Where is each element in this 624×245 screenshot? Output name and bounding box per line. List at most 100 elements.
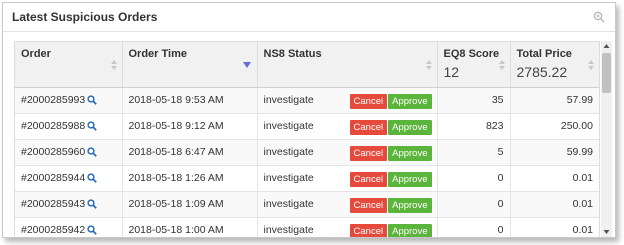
status-cell: investigate Cancel Approve bbox=[257, 139, 438, 166]
eq8-score-cell: 0 bbox=[437, 165, 511, 192]
status-text: investigate bbox=[263, 146, 314, 159]
cancel-button[interactable]: Cancel bbox=[349, 197, 388, 213]
order-number: #2000285943 bbox=[21, 198, 86, 211]
total-price-cell: 57.99 bbox=[510, 87, 599, 114]
cancel-button[interactable]: Cancel bbox=[349, 119, 388, 135]
order-cell: #2000285942 bbox=[15, 217, 123, 237]
table-row: #2000285942 2018-05-18 1:00 AM investigate… bbox=[15, 217, 599, 237]
column-header-order[interactable]: Order bbox=[15, 42, 123, 88]
sort-icon[interactable] bbox=[498, 59, 506, 71]
eq8-score-summary: 12 bbox=[443, 64, 460, 80]
eq8-score-cell: 0 bbox=[437, 191, 511, 218]
zoom-icon[interactable] bbox=[593, 11, 605, 23]
total-price-cell: 0.01 bbox=[510, 217, 599, 237]
approve-button[interactable]: Approve bbox=[388, 119, 432, 135]
order-time-cell: 2018-05-18 1:26 AM bbox=[122, 165, 258, 192]
table-row: #2000285943 2018-05-18 1:09 AM investigate… bbox=[15, 191, 599, 218]
column-label: NS8 Status bbox=[263, 48, 322, 60]
search-icon[interactable] bbox=[87, 147, 98, 157]
status-text: investigate bbox=[263, 172, 314, 185]
scrollbar-thumb[interactable] bbox=[602, 53, 611, 93]
approve-button[interactable]: Approve bbox=[388, 197, 432, 213]
column-header-order-time[interactable]: Order Time bbox=[122, 42, 258, 88]
action-buttons: Cancel Approve bbox=[349, 93, 432, 109]
table-row: #2000285993 2018-05-18 9:53 AM investigate… bbox=[15, 87, 599, 114]
order-time-cell: 2018-05-18 1:09 AM bbox=[122, 191, 258, 218]
order-number: #2000285942 bbox=[21, 224, 86, 237]
column-label: EQ8 Score bbox=[443, 48, 500, 60]
column-header-eq8-score[interactable]: EQ8 Score 12 bbox=[437, 42, 511, 88]
order-time-cell: 2018-05-18 9:53 AM bbox=[122, 87, 258, 114]
table-row: #2000285988 2018-05-18 9:12 AM investigate… bbox=[15, 113, 599, 140]
status-cell: investigate Cancel Approve bbox=[257, 87, 438, 114]
total-price-cell: 250.00 bbox=[510, 113, 599, 140]
scroll-up-icon[interactable] bbox=[601, 41, 612, 51]
order-cell: #2000285944 bbox=[15, 165, 123, 192]
action-buttons: Cancel Approve bbox=[349, 119, 432, 135]
order-time-cell: 2018-05-18 1:00 AM bbox=[122, 217, 258, 237]
order-time-cell: 2018-05-18 9:12 AM bbox=[122, 113, 258, 140]
status-text: investigate bbox=[263, 198, 314, 211]
cancel-button[interactable]: Cancel bbox=[349, 145, 388, 161]
order-number: #2000285988 bbox=[21, 120, 86, 133]
action-buttons: Cancel Approve bbox=[349, 171, 432, 187]
status-cell: investigate Cancel Approve bbox=[257, 113, 438, 140]
orders-table: Order Order Time NS8 Status EQ8 Score 12… bbox=[15, 42, 599, 237]
vertical-scrollbar[interactable] bbox=[601, 41, 612, 237]
search-icon[interactable] bbox=[87, 95, 98, 105]
cancel-button[interactable]: Cancel bbox=[349, 223, 388, 237]
table-row: #2000285944 2018-05-18 1:26 AM investigate… bbox=[15, 165, 599, 192]
column-label: Total Price bbox=[516, 48, 572, 60]
order-number: #2000285944 bbox=[21, 172, 86, 185]
order-cell: #2000285943 bbox=[15, 191, 123, 218]
status-cell: investigate Cancel Approve bbox=[257, 191, 438, 218]
column-label: Order Time bbox=[128, 48, 188, 60]
suspicious-orders-panel: Latest Suspicious Orders Order Order Tim… bbox=[2, 2, 616, 238]
panel-title: Latest Suspicious Orders bbox=[12, 10, 158, 24]
cancel-button[interactable]: Cancel bbox=[349, 93, 388, 109]
column-header-total-price[interactable]: Total Price 2785.22 bbox=[510, 42, 599, 88]
status-text: investigate bbox=[263, 94, 314, 107]
total-price-cell: 59.99 bbox=[510, 139, 599, 166]
orders-table-container: Order Order Time NS8 Status EQ8 Score 12… bbox=[14, 41, 600, 237]
action-buttons: Cancel Approve bbox=[349, 197, 432, 213]
table-header-row: Order Order Time NS8 Status EQ8 Score 12… bbox=[15, 42, 599, 88]
cancel-button[interactable]: Cancel bbox=[349, 171, 388, 187]
order-number: #2000285960 bbox=[21, 146, 86, 159]
status-text: investigate bbox=[263, 224, 314, 237]
column-header-ns8-status[interactable]: NS8 Status bbox=[257, 42, 438, 88]
approve-button[interactable]: Approve bbox=[388, 171, 432, 187]
status-cell: investigate Cancel Approve bbox=[257, 165, 438, 192]
scroll-down-icon[interactable] bbox=[601, 227, 612, 237]
approve-button[interactable]: Approve bbox=[388, 145, 432, 161]
total-price-cell: 0.01 bbox=[510, 191, 599, 218]
order-number: #2000285993 bbox=[21, 94, 86, 107]
approve-button[interactable]: Approve bbox=[388, 93, 432, 109]
action-buttons: Cancel Approve bbox=[349, 223, 432, 237]
table-row: #2000285960 2018-05-18 6:47 AM investigate… bbox=[15, 139, 599, 166]
eq8-score-cell: 823 bbox=[437, 113, 511, 140]
search-icon[interactable] bbox=[87, 121, 98, 131]
sort-desc-icon[interactable] bbox=[242, 62, 251, 68]
eq8-score-cell: 5 bbox=[437, 139, 511, 166]
eq8-score-cell: 35 bbox=[437, 87, 511, 114]
order-cell: #2000285988 bbox=[15, 113, 123, 140]
search-icon[interactable] bbox=[87, 173, 98, 183]
order-cell: #2000285993 bbox=[15, 87, 123, 114]
status-cell: investigate Cancel Approve bbox=[257, 217, 438, 237]
column-label: Order bbox=[21, 48, 51, 60]
search-icon[interactable] bbox=[87, 199, 98, 209]
eq8-score-cell: 0 bbox=[437, 217, 511, 237]
sort-icon[interactable] bbox=[425, 59, 433, 71]
approve-button[interactable]: Approve bbox=[388, 223, 432, 237]
total-price-summary: 2785.22 bbox=[516, 64, 568, 80]
sort-icon[interactable] bbox=[110, 59, 118, 71]
panel-header: Latest Suspicious Orders bbox=[3, 3, 615, 32]
total-price-cell: 0.01 bbox=[510, 165, 599, 192]
sort-icon[interactable] bbox=[587, 59, 595, 71]
status-text: investigate bbox=[263, 120, 314, 133]
search-icon[interactable] bbox=[87, 225, 98, 235]
action-buttons: Cancel Approve bbox=[349, 145, 432, 161]
order-time-cell: 2018-05-18 6:47 AM bbox=[122, 139, 258, 166]
order-cell: #2000285960 bbox=[15, 139, 123, 166]
